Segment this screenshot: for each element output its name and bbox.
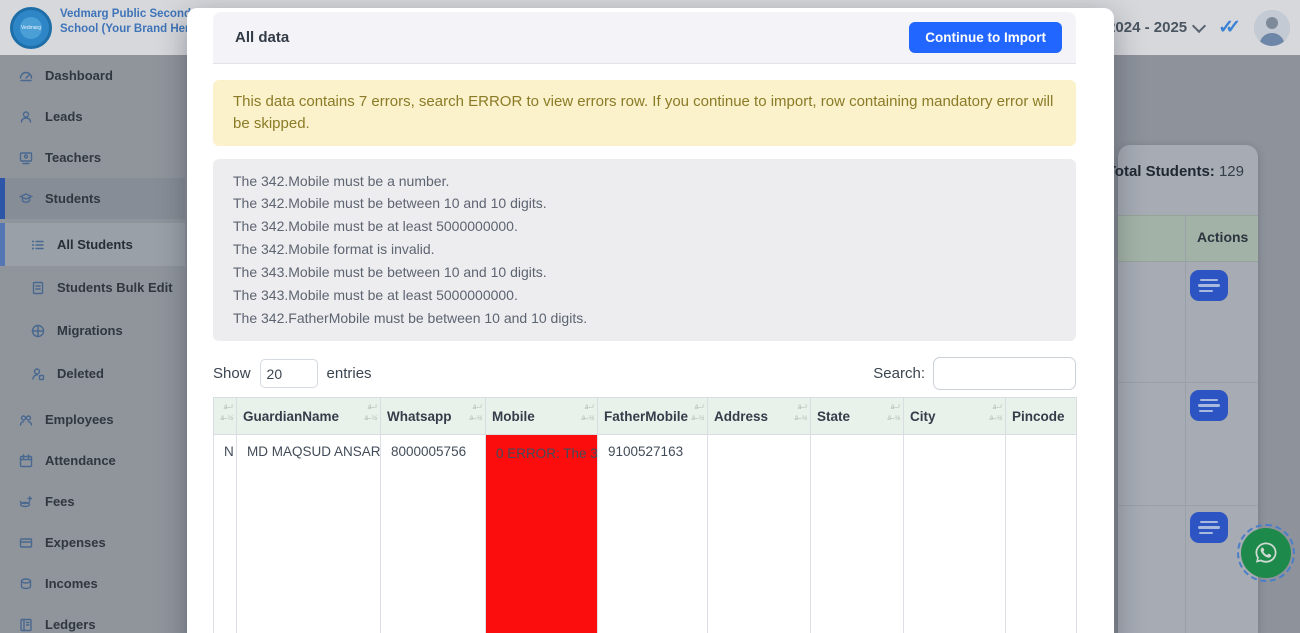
error-list: The 342.Mobile must be a number. The 342… (213, 158, 1076, 342)
teachers-icon (19, 151, 33, 164)
sidebar-item-students-bulk-edit[interactable]: Students Bulk Edit (0, 266, 185, 309)
error-line: The 343.Mobile must be between 10 and 10… (233, 264, 547, 281)
whatsapp-icon (1241, 528, 1291, 578)
modal-title: All data (235, 29, 290, 46)
error-line: The 342.Mobile format is invalid. (233, 241, 435, 258)
import-data-table: â–² â–¼ GuardianName â–² â–¼ Whatsapp â–² â… (213, 397, 1077, 633)
sidebar-item-students[interactable]: Students (0, 178, 185, 219)
cell-fathermobile: 9100527163 (597, 434, 708, 633)
expenses-icon (19, 537, 33, 548)
row-actions-button[interactable] (1190, 390, 1228, 421)
column-divider (1185, 215, 1186, 633)
sidebar-item-leads[interactable]: Leads (0, 96, 185, 137)
column-header-guardianname[interactable]: GuardianName â–² â–¼ (236, 397, 381, 436)
user-avatar[interactable] (1254, 9, 1290, 46)
document-edit-icon (32, 281, 44, 294)
sidebar-item-incomes[interactable]: Incomes (0, 563, 185, 604)
column-header-state[interactable]: State â–² â–¼ (810, 397, 904, 436)
sidebar-item-dashboard[interactable]: Dashboard (0, 55, 185, 96)
sidebar-item-employees[interactable]: Employees (0, 399, 185, 440)
sort-icon: â–² â–¼ (469, 404, 482, 423)
cell-pincode (1005, 434, 1077, 633)
list-icon (32, 240, 44, 249)
school-logo-text: Vedmarg (20, 17, 42, 39)
sort-icon: â–² â–¼ (887, 404, 900, 423)
sort-icon: â–² â–¼ (364, 404, 377, 423)
cell-mobile-error: 0 ERROR: The 343.Mobile must be between … (485, 434, 598, 633)
continue-to-import-button[interactable]: Continue to Import (909, 22, 1062, 53)
entries-label: entries (326, 365, 372, 383)
sidebar-item-attendance[interactable]: Attendance (0, 440, 185, 481)
column-header-fathermobile[interactable]: FatherMobile â–² â–¼ (597, 397, 708, 436)
sort-icon: â–² â–¼ (581, 404, 594, 423)
cell-address (707, 434, 811, 633)
column-header-pincode[interactable]: Pincode (1005, 397, 1077, 436)
search-input[interactable] (933, 357, 1076, 391)
deleted-user-icon (32, 367, 45, 380)
cell-whatsapp: 8000005756 (380, 434, 486, 633)
modal-header: All data Continue to Import (213, 12, 1076, 64)
sidebar-item-expenses[interactable]: Expenses (0, 522, 185, 563)
error-line: The 342.Mobile must be between 10 and 10… (233, 195, 547, 212)
sort-icon: â–² â–¼ (691, 404, 704, 423)
sort-icon: â–² â–¼ (220, 404, 233, 423)
students-icon (18, 192, 34, 203)
cell: N (213, 434, 237, 633)
actions-column-header: Actions (1197, 229, 1249, 245)
show-label: Show (213, 365, 251, 383)
sidebar-item-fees[interactable]: Fees (0, 481, 185, 522)
cell-guardianname: MD MAQSUD ANSARI (236, 434, 381, 633)
sort-icon: â–² â–¼ (989, 404, 1002, 423)
error-line: The 342.FatherMobile must be between 10 … (233, 310, 588, 327)
column-header-whatsapp[interactable]: Whatsapp â–² â–¼ (380, 397, 486, 436)
school-logo-icon: Vedmarg (10, 7, 52, 49)
column-header-address[interactable]: Address â–² â–¼ (707, 397, 811, 436)
sidebar: Dashboard Leads Teachers Students All St… (0, 55, 185, 633)
column-header-city[interactable]: City â–² â–¼ (903, 397, 1006, 436)
total-students-label: Total Students: (1106, 163, 1215, 180)
migrations-icon (31, 324, 45, 337)
session-label: 2024 - 2025 (1107, 19, 1188, 36)
row-actions-button[interactable] (1190, 512, 1228, 543)
sidebar-item-deleted[interactable]: Deleted (0, 352, 185, 395)
sidebar-item-ledgers[interactable]: Ledgers (0, 604, 185, 633)
table-controls: Show entries Search: (213, 357, 1076, 391)
coins-icon (19, 495, 33, 507)
whatsapp-float-button[interactable] (1237, 524, 1295, 582)
dashboard-icon (19, 71, 33, 81)
total-students: Total Students: 129 (1107, 163, 1244, 180)
sort-icon: â–² â–¼ (794, 404, 807, 423)
screen: Vedmarg Vedmarg Public Secondary School … (0, 0, 1300, 633)
leads-icon (20, 110, 32, 123)
error-line: The 342.Mobile must be a number. (233, 172, 450, 189)
double-check-icon: ✓✓ (1218, 17, 1241, 38)
sidebar-item-migrations[interactable]: Migrations (0, 309, 185, 352)
total-students-value: 129 (1218, 163, 1244, 180)
error-line: The 342.Mobile must be at least 50000000… (233, 218, 518, 235)
brand[interactable]: Vedmarg Vedmarg Public Secondary School … (10, 7, 210, 49)
cell-state (810, 434, 904, 633)
row-actions-button[interactable] (1190, 270, 1228, 301)
column-header-clipped[interactable]: â–² â–¼ (213, 397, 237, 436)
cell-city (903, 434, 1006, 633)
chevron-down-icon (1192, 18, 1207, 33)
employees-icon (19, 414, 33, 426)
search-label: Search: (873, 365, 925, 383)
sidebar-item-all-students[interactable]: All Students (0, 223, 185, 266)
calendar-icon (19, 453, 33, 467)
entries-count-input[interactable] (259, 359, 318, 389)
sidebar-item-teachers[interactable]: Teachers (0, 137, 185, 178)
import-modal: All data Continue to Import This data co… (187, 8, 1114, 633)
error-warning-alert: This data contains 7 errors, search ERRO… (213, 80, 1076, 146)
table-header-row: â–² â–¼ GuardianName â–² â–¼ Whatsapp â–² â… (213, 397, 1077, 436)
table-row: N MD MAQSUD ANSARI 8000005756 0 ERROR: T… (213, 434, 1077, 633)
incomes-icon (20, 577, 32, 589)
ledger-book-icon (20, 618, 32, 631)
error-line: The 343.Mobile must be at least 50000000… (233, 287, 518, 304)
column-header-mobile[interactable]: Mobile â–² â–¼ (485, 397, 598, 436)
session-dropdown[interactable]: 2024 - 2025 (1107, 18, 1207, 36)
